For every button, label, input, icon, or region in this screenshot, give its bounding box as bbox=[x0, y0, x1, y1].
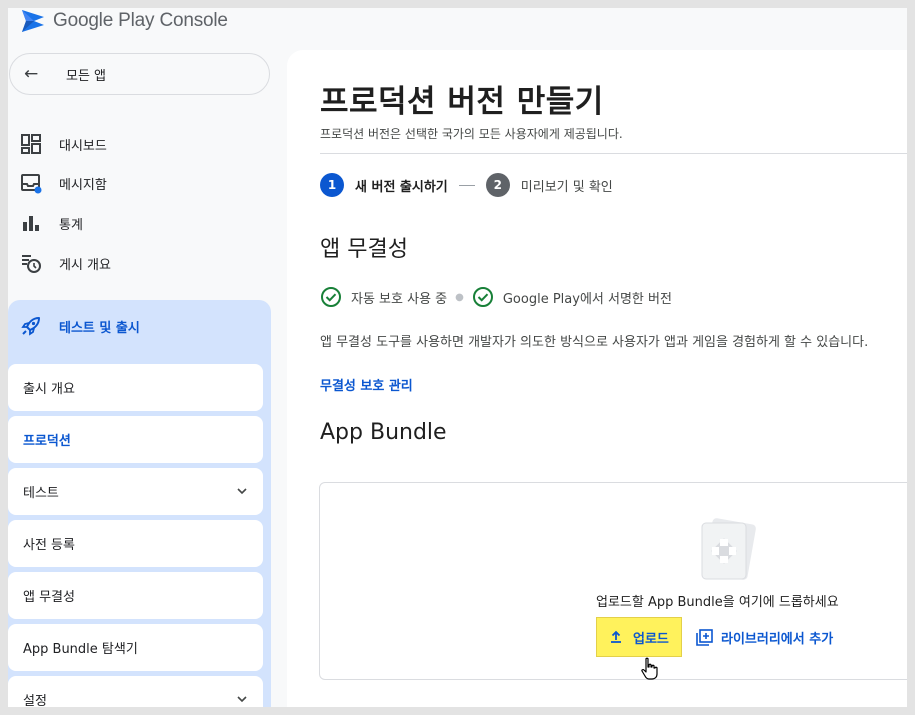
sidebar-item-app-bundle-explorer[interactable]: App Bundle 탐색기 bbox=[8, 624, 263, 671]
inbox-icon bbox=[21, 174, 42, 194]
integrity-status: 자동 보호 사용 중 ● Google Play에서 서명한 버전 bbox=[320, 285, 672, 309]
upload-icon bbox=[611, 630, 621, 643]
separator-dot: ● bbox=[455, 291, 464, 303]
step-1-label: 새 버전 출시하기 bbox=[355, 179, 448, 195]
add-from-library-button[interactable]: 라이브러리에서 추가 bbox=[696, 628, 833, 647]
upload-label: 업로드 bbox=[633, 631, 669, 647]
sidebar-item-label: 메시지함 bbox=[59, 177, 107, 193]
sidebar-item-release-overview[interactable]: 출시 개요 bbox=[8, 364, 263, 411]
step-connector bbox=[458, 184, 475, 186]
publishing-overview-icon bbox=[22, 255, 41, 273]
step-2-badge: 2 bbox=[485, 173, 510, 197]
sidebar-item-dashboard[interactable]: 대시보드 bbox=[20, 129, 107, 159]
upload-button[interactable]: 업로드 bbox=[596, 617, 682, 657]
app-bundle-icon bbox=[701, 518, 756, 580]
play-signing-status: Google Play에서 서명한 버전 bbox=[502, 291, 672, 307]
test-and-release-section: 테스트 및 출시 출시 개요 프로덕션 테스트 사전 등록 앱 무결성 App … bbox=[8, 300, 271, 707]
sidebar-item-test-and-release[interactable]: 테스트 및 출시 bbox=[20, 314, 140, 338]
chevron-down-icon bbox=[237, 488, 247, 495]
add-from-library-label: 라이브러리에서 추가 bbox=[721, 632, 834, 647]
section-label: 테스트 및 출시 bbox=[59, 320, 140, 336]
back-label: 모든 앱 bbox=[66, 68, 107, 84]
sidebar-item-label: 대시보드 bbox=[59, 138, 107, 154]
drop-instructions: 업로드할 App Bundle을 여기에 드롭하세요 bbox=[596, 595, 839, 610]
app-bundle-drop-zone[interactable]: 업로드할 App Bundle을 여기에 드롭하세요 업로드 라이브러리에서 추… bbox=[319, 482, 907, 680]
sidebar-item-setup[interactable]: 설정 bbox=[8, 676, 263, 707]
divider bbox=[320, 153, 907, 154]
main-panel: 프로덕션 버전 만들기 프로덕션 버전은 선택한 국가의 모든 사용자에게 제공… bbox=[287, 50, 907, 707]
auto-protection-status: 자동 보호 사용 중 bbox=[351, 291, 448, 307]
library-add-icon bbox=[696, 629, 713, 646]
sidebar-item-pre-registration[interactable]: 사전 등록 bbox=[8, 520, 263, 567]
chevron-down-icon bbox=[237, 696, 247, 703]
sidebar-item-statistics[interactable]: 통계 bbox=[20, 208, 83, 238]
page-title: 프로덕션 버전 만들기 bbox=[320, 84, 604, 120]
app-bundle-heading: App Bundle bbox=[320, 420, 447, 445]
sidebar-item-testing[interactable]: 테스트 bbox=[8, 468, 263, 515]
check-circle-icon bbox=[472, 287, 493, 307]
step-1-badge: 1 bbox=[320, 173, 344, 197]
back-to-all-apps-button[interactable]: ← 모든 앱 bbox=[9, 53, 270, 95]
manage-integrity-link[interactable]: 무결성 보호 관리 bbox=[320, 375, 413, 394]
sidebar-item-app-integrity[interactable]: 앱 무결성 bbox=[8, 572, 263, 619]
sidebar-item-publishing-overview[interactable]: 게시 개요 bbox=[20, 248, 111, 278]
step-2-label: 미리보기 및 확인 bbox=[520, 179, 613, 195]
sidebar: Google Play Console ← 모든 앱 대시보드 메시지함 통계 … bbox=[8, 8, 279, 707]
dashboard-icon bbox=[21, 134, 41, 154]
sidebar-item-label: 게시 개요 bbox=[59, 257, 111, 273]
hand-pointer-icon bbox=[641, 657, 658, 680]
sidebar-item-label: 통계 bbox=[59, 217, 83, 233]
play-console-logo-icon bbox=[22, 10, 44, 32]
bar-chart-icon bbox=[23, 216, 39, 231]
check-circle-icon bbox=[321, 287, 341, 307]
sidebar-item-inbox[interactable]: 메시지함 bbox=[20, 168, 107, 198]
sidebar-item-production[interactable]: 프로덕션 bbox=[8, 416, 263, 463]
page-subtitle: 프로덕션 버전은 선택한 국가의 모든 사용자에게 제공됩니다. bbox=[320, 127, 623, 141]
integrity-description: 앱 무결성 도구를 사용하면 개발자가 의도한 방식으로 사용자가 앱과 게임을… bbox=[320, 335, 869, 350]
app-logo[interactable]: Google Play Console bbox=[20, 8, 228, 34]
rocket-icon bbox=[21, 317, 40, 336]
stepper: 1 새 버전 출시하기 2 미리보기 및 확인 bbox=[320, 172, 613, 198]
app-integrity-heading: 앱 무결성 bbox=[320, 237, 408, 262]
app-name: Google Play Console bbox=[53, 10, 228, 31]
arrow-left-icon: ← bbox=[24, 64, 39, 84]
app-window: Google Play Console ← 모든 앱 대시보드 메시지함 통계 … bbox=[8, 8, 907, 707]
